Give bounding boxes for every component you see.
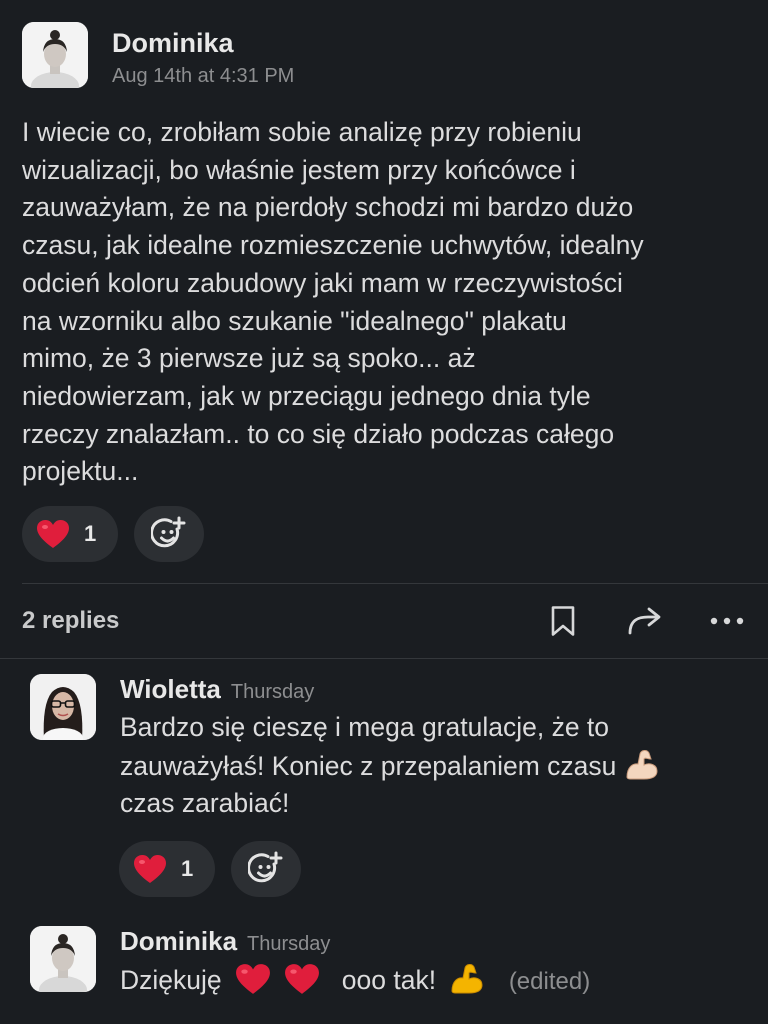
divider: [0, 658, 768, 659]
reply-text-span: Dziękuję: [120, 965, 222, 995]
reply-text-line: czas zarabiać!: [120, 788, 290, 819]
message-text: I wiecie co, zrobiłam sobie analizę przy…: [22, 117, 644, 487]
reply-text-span: ooo tak!: [341, 965, 437, 995]
reply-content: Wioletta Thursday Bardzo się cieszę i me…: [120, 674, 740, 823]
more-icon: [710, 617, 744, 625]
flexed-biceps-emoji-icon: [451, 964, 483, 994]
thread-view: Dominika Aug 14th at 4:31 PM I wiecie co…: [0, 0, 768, 1024]
add-reaction-button[interactable]: [134, 506, 204, 562]
more-actions-button[interactable]: [686, 591, 768, 651]
reactions-row: 1: [22, 506, 204, 562]
reply-text: Bardzo się cieszę i mega gratulacje, że …: [120, 709, 740, 823]
reaction-count: 1: [181, 856, 194, 881]
avatar-dominika-image: [22, 22, 88, 88]
avatar-wioletta-image: [30, 674, 96, 740]
reply-content: Dominika Thursday Dziękuję ooo tak! (edi…: [120, 926, 740, 1001]
add-emoji-icon: [248, 851, 283, 883]
post-header: Dominika Aug 14th at 4:31 PM: [22, 22, 294, 88]
heart-reaction-button[interactable]: 1: [119, 841, 215, 897]
heart-emoji-icon: [37, 520, 69, 548]
avatar[interactable]: [22, 22, 88, 88]
thread-actions: [522, 591, 768, 651]
share-button[interactable]: [604, 591, 686, 651]
edited-label: (edited): [508, 968, 591, 995]
avatar[interactable]: [30, 674, 96, 740]
avatar[interactable]: [30, 926, 96, 992]
heart-emoji-icon: [236, 964, 270, 994]
replies-count[interactable]: 2 replies: [22, 607, 119, 635]
reply-text: Dziękuję ooo tak! (edited): [120, 961, 740, 1001]
reaction-count: 1: [84, 521, 97, 546]
heart-emoji-icon: [134, 855, 166, 883]
reply-timestamp[interactable]: Thursday: [231, 681, 314, 704]
reply-author[interactable]: Dominika: [120, 926, 237, 957]
reply-item: Wioletta Thursday Bardzo się cieszę i me…: [30, 674, 750, 823]
author-name[interactable]: Dominika: [112, 28, 294, 58]
add-reaction-button[interactable]: [231, 841, 301, 897]
heart-emoji-icon: [285, 964, 320, 994]
post-timestamp[interactable]: Aug 14th at 4:31 PM: [112, 64, 294, 88]
reply-text-span: zauważyłaś! Koniec z przepalaniem czasu: [120, 750, 617, 781]
heart-reaction-button[interactable]: 1: [22, 506, 118, 562]
reply-text-line: zauważyłaś! Koniec z przepalaniem czasu: [120, 747, 740, 786]
flexed-biceps-emoji-icon: [626, 749, 658, 780]
reply-item: Dominika Thursday Dziękuję ooo tak! (edi…: [30, 926, 750, 1001]
bookmark-button[interactable]: [522, 591, 604, 651]
bookmark-icon: [551, 606, 575, 636]
reply-author[interactable]: Wioletta: [120, 674, 221, 705]
replies-bar: 2 replies: [22, 584, 768, 658]
add-emoji-icon: [151, 516, 186, 548]
reactions-row: 1: [119, 841, 301, 897]
reply-timestamp[interactable]: Thursday: [247, 933, 330, 956]
share-icon: [628, 607, 661, 635]
reply-text-line: Bardzo się cieszę i mega gratulacje, że …: [120, 712, 610, 742]
author-block: Dominika Aug 14th at 4:31 PM: [112, 22, 294, 88]
avatar-dominika-image: [30, 926, 96, 992]
